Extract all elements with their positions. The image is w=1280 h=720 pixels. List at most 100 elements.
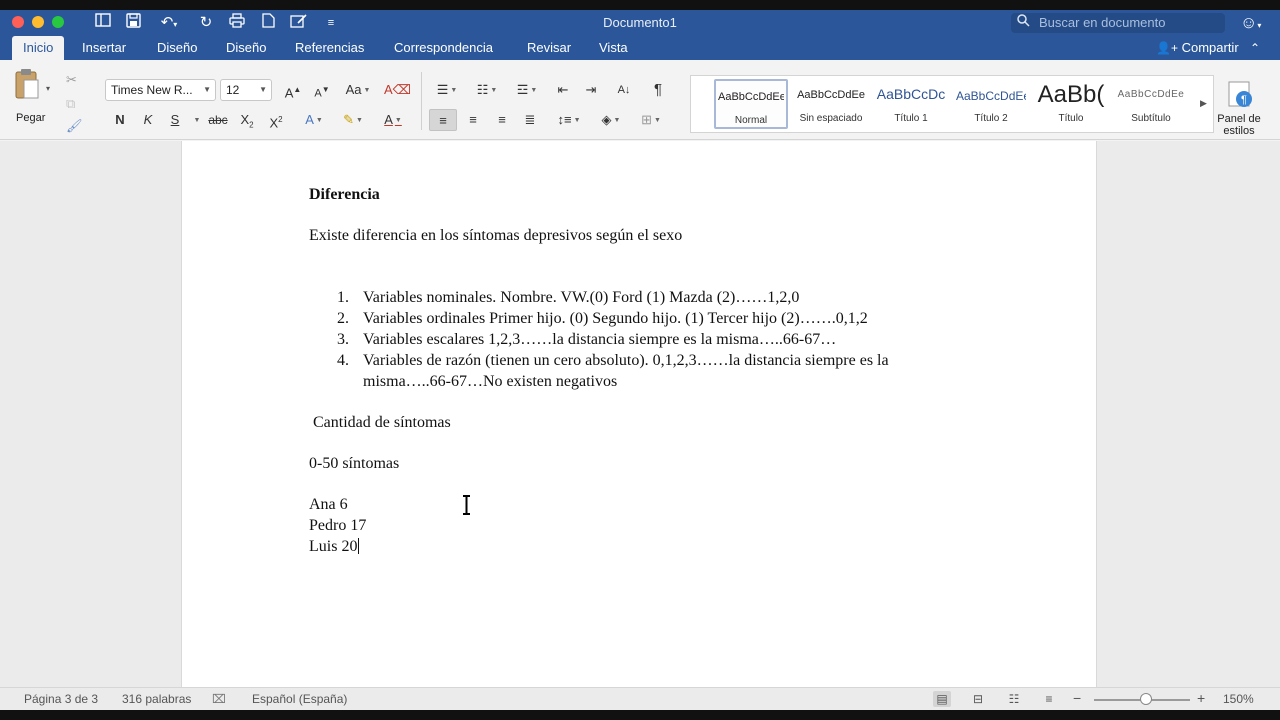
align-right-icon[interactable]: ≡: [490, 109, 514, 131]
list-item: Variables de razón (tienen un cero absol…: [363, 352, 889, 369]
italic-button[interactable]: K: [137, 109, 159, 131]
maximize-window-button[interactable]: [52, 16, 64, 28]
word-count[interactable]: 316 palabras: [122, 692, 191, 706]
sort-icon[interactable]: A↓: [611, 79, 637, 101]
tab-referencias[interactable]: Referencias: [284, 36, 375, 60]
share-button[interactable]: 👤+ Compartir: [1156, 36, 1239, 60]
tab-inicio[interactable]: Inicio: [12, 36, 65, 60]
font-color-button[interactable]: A ▼: [376, 109, 410, 131]
style-titulo[interactable]: AaBb( Título: [1034, 79, 1108, 129]
close-window-button[interactable]: [12, 16, 24, 28]
print-icon[interactable]: [226, 13, 248, 33]
font-name-select[interactable]: Times New R... ▼: [105, 79, 216, 101]
increase-indent-icon[interactable]: ⇥: [579, 79, 603, 101]
print-layout-icon[interactable]: ▤: [933, 691, 951, 707]
bullets-button[interactable]: ☰ ▼: [429, 79, 465, 101]
font-name-value: Times New R...: [111, 83, 193, 97]
underline-options-chevron-icon[interactable]: ▼: [190, 109, 202, 131]
justify-icon[interactable]: ≣: [518, 109, 542, 131]
underline-button[interactable]: S: [164, 109, 186, 131]
styles-pane-label[interactable]: Panel de estilos: [1212, 113, 1266, 137]
collapse-ribbon-icon[interactable]: ⌃: [1250, 36, 1260, 60]
numbering-button[interactable]: ☷ ▼: [469, 79, 505, 101]
paste-icon[interactable]: [14, 68, 40, 100]
shrink-font-button[interactable]: A▼: [309, 79, 335, 101]
document-page[interactable]: Diferencia Existe diferencia en los sínt…: [181, 141, 1097, 697]
style-sample: AaBb(: [1037, 81, 1105, 108]
style-name: Sin espaciado: [799, 113, 863, 124]
undo-icon[interactable]: ↶▾: [154, 13, 184, 33]
style-titulo-2[interactable]: AaBbCcDdEe Título 2: [954, 79, 1028, 129]
status-bar: Página 3 de 3 316 palabras ⌧ Español (Es…: [0, 687, 1280, 710]
tab-diseno-pagina[interactable]: Diseño: [215, 36, 277, 60]
paragraph: Cantidad de síntomas: [309, 414, 451, 431]
minimize-window-button[interactable]: [32, 16, 44, 28]
strikethrough-button[interactable]: abc: [205, 109, 231, 131]
proofing-icon[interactable]: ⌧: [212, 692, 226, 706]
align-left-icon[interactable]: ≡: [429, 109, 457, 131]
grow-font-button[interactable]: A▲: [280, 79, 306, 101]
feedback-smiley-icon[interactable]: ☺▾: [1240, 13, 1261, 36]
add-person-icon: 👤+: [1156, 41, 1178, 55]
copy-icon[interactable]: ⧉: [66, 96, 75, 112]
style-sample: AaBbCcDdEe: [956, 89, 1026, 103]
chevron-down-icon: ▼: [259, 85, 267, 94]
styles-pane-icon[interactable]: ¶: [1226, 81, 1254, 111]
draft-view-icon[interactable]: ≡: [1040, 691, 1058, 707]
tab-vista[interactable]: Vista: [588, 36, 639, 60]
tab-diseno[interactable]: Diseño: [146, 36, 208, 60]
gallery-next-icon[interactable]: ▶: [1200, 98, 1207, 109]
shading-icon[interactable]: ◈ ▼: [593, 109, 629, 131]
cut-icon[interactable]: ✂: [66, 72, 77, 88]
zoom-slider-thumb[interactable]: [1140, 693, 1152, 705]
search-input[interactable]: Buscar en documento: [1011, 13, 1225, 33]
zoom-in-icon[interactable]: +: [1197, 690, 1205, 706]
multilevel-list-button[interactable]: ☲ ▼: [509, 79, 545, 101]
page-count[interactable]: Página 3 de 3: [24, 692, 98, 706]
style-sample: AaBbCcDc: [876, 86, 946, 102]
style-name: Título 2: [974, 113, 1008, 124]
style-subtitulo[interactable]: AaBbCcDdEe Subtítulo: [1114, 79, 1188, 129]
show-formatting-button[interactable]: ¶: [645, 79, 671, 101]
paragraph-with-caret: Luis 20: [309, 538, 360, 556]
style-sin-espaciado[interactable]: AaBbCcDdEe Sin espaciado: [794, 79, 868, 129]
subscript-button[interactable]: X2: [236, 109, 258, 131]
clear-format-icon[interactable]: A⌫: [384, 79, 411, 101]
list-item: Variables ordinales Primer hijo. (0) Seg…: [363, 310, 868, 327]
align-center-icon[interactable]: ≡: [461, 109, 485, 131]
tab-revisar[interactable]: Revisar: [516, 36, 582, 60]
list-number: 2.: [337, 310, 349, 327]
customize-toolbar-icon[interactable]: ≡: [320, 13, 342, 33]
language-label[interactable]: Español (España): [252, 692, 347, 706]
new-document-icon[interactable]: [257, 13, 279, 33]
bold-button[interactable]: N: [108, 109, 132, 131]
zoom-out-icon[interactable]: −: [1073, 690, 1081, 706]
line-spacing-button[interactable]: ↕≡ ▼: [551, 109, 587, 131]
zoom-level[interactable]: 150%: [1223, 692, 1254, 706]
paste-options-chevron-icon[interactable]: ▾: [46, 84, 50, 93]
outline-view-icon[interactable]: ☷: [1005, 691, 1023, 707]
style-normal[interactable]: AaBbCcDdEe Normal: [714, 79, 788, 129]
text-effects-button[interactable]: A ▼: [298, 109, 330, 131]
sidebar-toggle-icon[interactable]: [92, 13, 114, 33]
list-number: 1.: [337, 289, 349, 306]
redo-icon[interactable]: ↻: [195, 13, 217, 33]
font-size-select[interactable]: 12 ▼: [220, 79, 272, 101]
paragraph: Ana 6: [309, 496, 348, 513]
style-sample: AaBbCcDdEe: [1117, 89, 1185, 100]
svg-text:¶: ¶: [1241, 94, 1247, 106]
share-label: Compartir: [1181, 40, 1239, 55]
decrease-indent-icon[interactable]: ⇤: [551, 79, 575, 101]
format-painter-icon[interactable]: 🖌: [66, 118, 83, 134]
style-sample: AaBbCcDdEe: [797, 89, 865, 101]
web-layout-icon[interactable]: ⊟: [969, 691, 987, 707]
style-titulo-1[interactable]: AaBbCcDc Título 1: [874, 79, 948, 129]
tab-correspondencia[interactable]: Correspondencia: [383, 36, 504, 60]
borders-icon[interactable]: ⊞ ▼: [633, 109, 669, 131]
tab-insertar[interactable]: Insertar: [71, 36, 137, 60]
superscript-button[interactable]: X2: [265, 109, 287, 131]
highlight-icon[interactable]: ✎ ▼: [336, 109, 370, 131]
change-case-button[interactable]: Aa ▼: [340, 79, 376, 101]
edit-document-icon[interactable]: [287, 13, 311, 33]
save-icon[interactable]: [122, 13, 144, 33]
